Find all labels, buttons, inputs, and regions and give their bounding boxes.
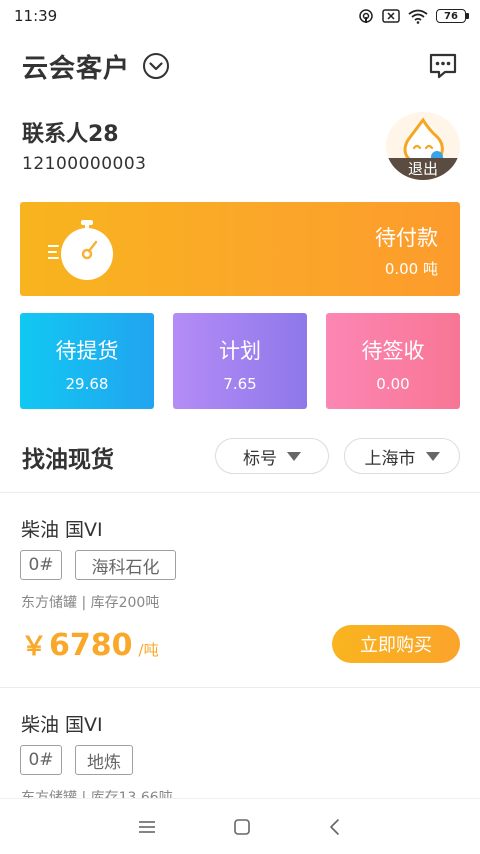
caret-down-icon — [287, 451, 301, 461]
product-info: 东方储罐 | 库存200吨 — [21, 595, 160, 611]
logout-button[interactable]: 退出 — [386, 158, 460, 180]
chevron-down-icon[interactable] — [142, 52, 170, 80]
product-item[interactable]: 柴油 国VI 0# 地炼 东方储罐 | 库存13.66吨 — [0, 688, 480, 798]
menu-icon[interactable] — [138, 820, 156, 834]
stopwatch-icon — [48, 220, 113, 280]
pending-receipt-card[interactable]: 待签收 0.00 — [326, 313, 460, 409]
stat-value: 29.68 — [65, 375, 109, 393]
price-unit: /吨 — [138, 641, 159, 659]
product-price: ￥ 6780 /吨 — [21, 626, 159, 663]
page-title: 云会客户 — [22, 53, 131, 84]
product-item[interactable]: 柴油 国VI 0# 海科石化 东方储罐 | 库存200吨 ￥ 6780 /吨 立… — [0, 493, 480, 687]
city-filter-dropdown[interactable]: 上海市 — [344, 438, 460, 474]
stat-value: 0.00 — [376, 375, 410, 393]
grade-filter-label: 标号 — [243, 448, 277, 469]
pending-payment-value: 0.00 吨 — [384, 260, 438, 278]
pending-payment-card[interactable]: 待付款 0.00 吨 — [20, 202, 460, 296]
product-info: 东方储罐 | 库存13.66吨 — [21, 790, 173, 798]
avatar[interactable]: 退出 — [386, 112, 460, 180]
grade-filter-dropdown[interactable]: 标号 — [215, 438, 329, 474]
caret-down-icon — [425, 451, 440, 461]
pending-payment-label: 待付款 — [375, 226, 438, 250]
user-info: 联系人28 12100000003 — [22, 116, 146, 174]
product-tag: 地炼 — [75, 745, 133, 775]
home-icon[interactable] — [233, 818, 251, 836]
price-value: 6780 — [49, 628, 133, 663]
hotspot-icon — [359, 9, 373, 23]
stat-label: 待提货 — [55, 339, 119, 363]
status-time: 11:39 — [14, 7, 58, 25]
stat-value: 7.65 — [223, 375, 257, 393]
product-tag: 0# — [20, 550, 62, 580]
user-name: 联系人28 — [22, 122, 119, 147]
buy-now-button[interactable]: 立即购买 — [332, 625, 460, 663]
messages-button[interactable] — [428, 52, 458, 80]
pending-pickup-card[interactable]: 待提货 29.68 — [20, 313, 154, 409]
system-nav-bar — [0, 798, 480, 854]
section-title: 找油现货 — [22, 447, 114, 473]
wifi-icon — [408, 9, 428, 24]
back-icon[interactable] — [328, 818, 342, 836]
plan-card[interactable]: 计划 7.65 — [173, 313, 307, 409]
customer-switcher[interactable]: 云会客户 — [22, 48, 170, 85]
stat-label: 计划 — [219, 339, 261, 363]
user-phone: 12100000003 — [22, 154, 147, 174]
product-name: 柴油 国VI — [21, 519, 103, 541]
message-icon — [429, 53, 457, 79]
app-header: 云会客户 — [0, 40, 480, 92]
stat-label: 待签收 — [361, 339, 425, 363]
product-name: 柴油 国VI — [21, 714, 103, 736]
city-filter-label: 上海市 — [364, 448, 416, 469]
status-bar: 11:39 76 — [0, 0, 480, 32]
product-tag: 海科石化 — [75, 550, 176, 580]
currency-symbol: ￥ — [21, 632, 48, 662]
status-icons: 76 — [358, 8, 469, 24]
battery-icon: 76 — [436, 9, 469, 23]
product-tag: 0# — [20, 745, 62, 775]
sim-off-icon — [382, 9, 400, 23]
